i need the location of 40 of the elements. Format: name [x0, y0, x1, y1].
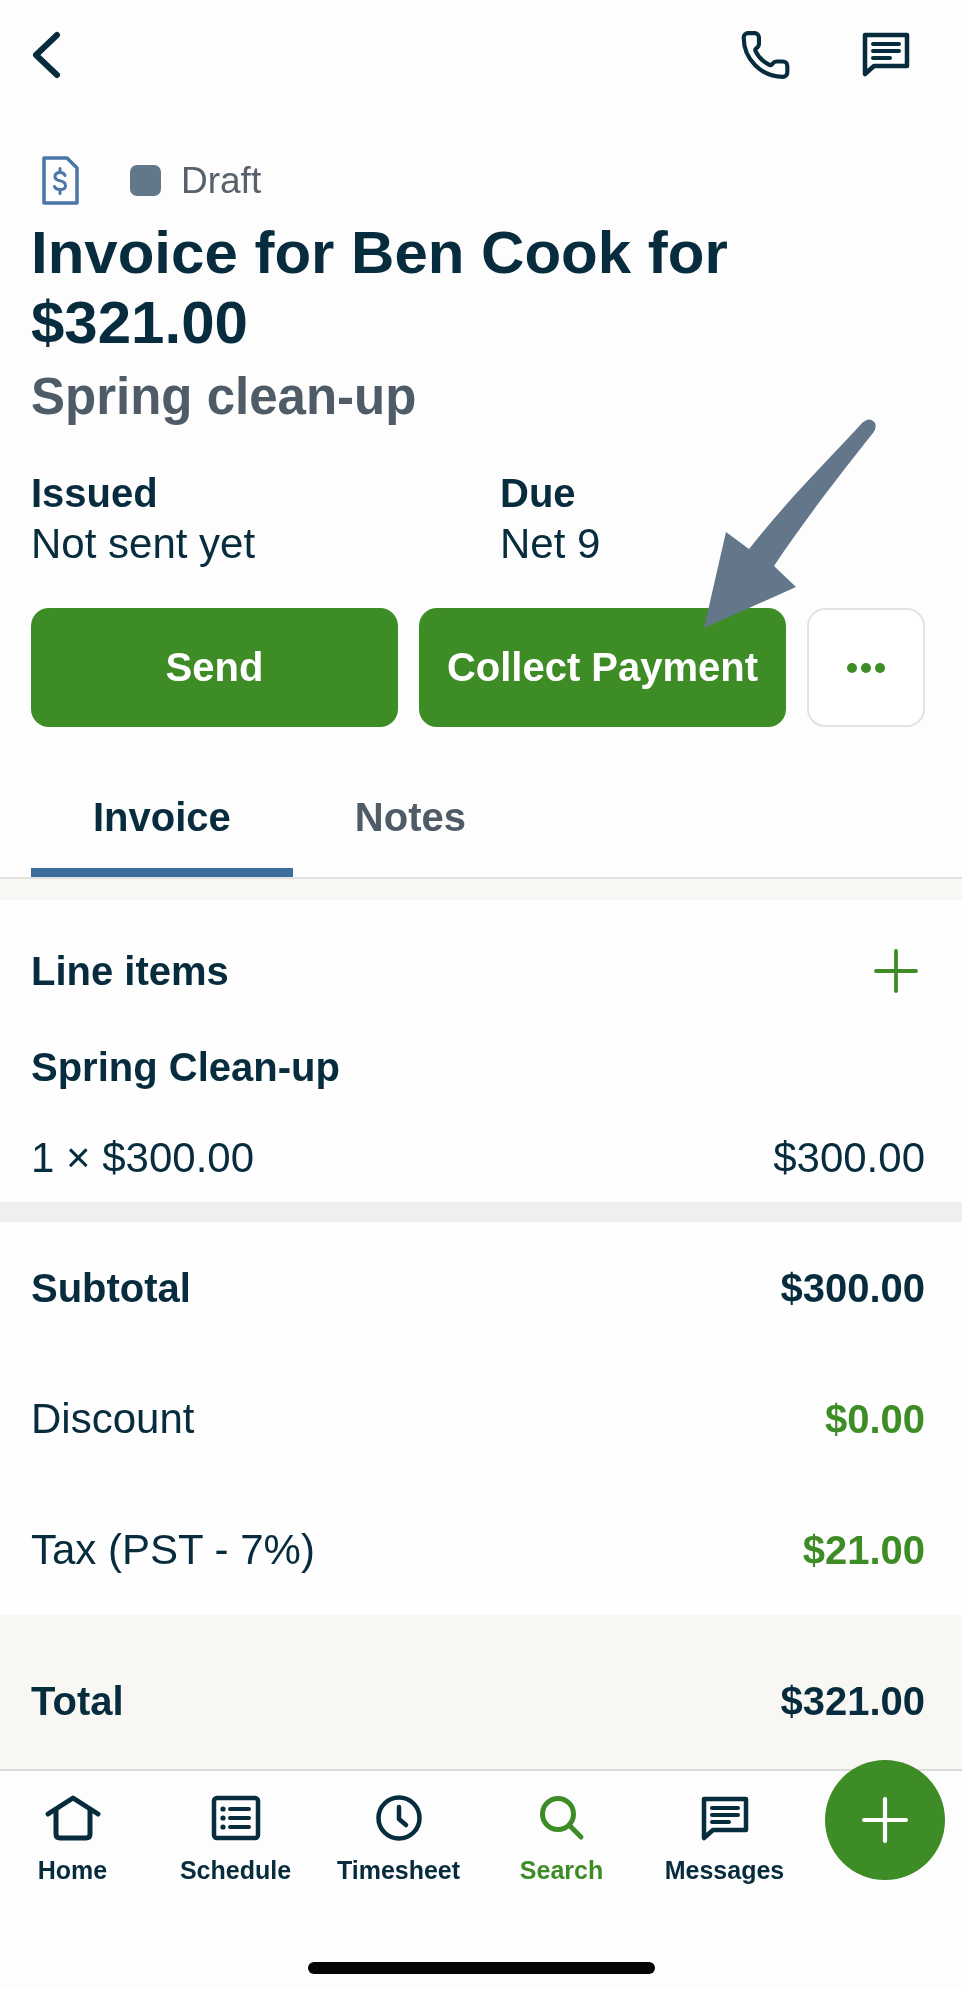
- line-item-quantity: 1 × $300.00: [31, 1135, 255, 1181]
- search-icon: [538, 1795, 585, 1841]
- nav-item[interactable]: Timesheet: [326, 1795, 471, 1885]
- message-icon: [699, 1795, 750, 1841]
- line-item-amount: $300.00: [773, 1135, 925, 1181]
- phone-icon[interactable]: [740, 31, 791, 79]
- summary-value: $300.00: [780, 1264, 925, 1311]
- nav-item[interactable]: Schedule: [163, 1795, 308, 1885]
- list-icon: [210, 1795, 261, 1841]
- line-item-name: Spring Clean-up: [31, 1044, 340, 1090]
- plus-icon: [862, 1797, 908, 1843]
- invoice-document-icon: [40, 155, 80, 206]
- nav-item[interactable]: Home: [0, 1795, 145, 1885]
- summary-label: Tax (PST - 7%): [31, 1526, 315, 1573]
- clock-icon: [375, 1795, 422, 1841]
- total-label: Total: [31, 1678, 124, 1724]
- message-icon[interactable]: [861, 31, 911, 77]
- back-icon[interactable]: [31, 31, 61, 79]
- house-icon: [44, 1795, 101, 1841]
- summary-label: Discount: [31, 1395, 195, 1442]
- total-value: $321.00: [780, 1678, 925, 1724]
- send-button[interactable]: Send: [31, 608, 398, 727]
- status-icon: [130, 165, 161, 196]
- detail-label: Due: [500, 471, 576, 515]
- invoice-title: Invoice for Ben Cook for $321.00: [31, 218, 729, 358]
- summary-value: $0.00: [824, 1395, 925, 1442]
- nav-item[interactable]: Messages: [652, 1795, 797, 1885]
- summary-label: Subtotal: [31, 1264, 191, 1311]
- nav-item[interactable]: Search: [489, 1795, 634, 1885]
- section-title: Line items: [31, 948, 229, 994]
- more-icon: [847, 662, 885, 673]
- status-label: Draft: [181, 158, 262, 203]
- summary-value: $21.00: [802, 1526, 925, 1573]
- detail-value: Net 9: [500, 521, 601, 567]
- tab[interactable]: Notes: [292, 757, 528, 877]
- detail-label: Issued: [31, 471, 158, 515]
- collect-payment-button[interactable]: Collect Payment: [419, 608, 786, 727]
- add-icon[interactable]: [874, 949, 918, 993]
- detail-value: Not sent yet: [31, 521, 256, 567]
- invoice-subtitle: Spring clean-up: [31, 368, 418, 426]
